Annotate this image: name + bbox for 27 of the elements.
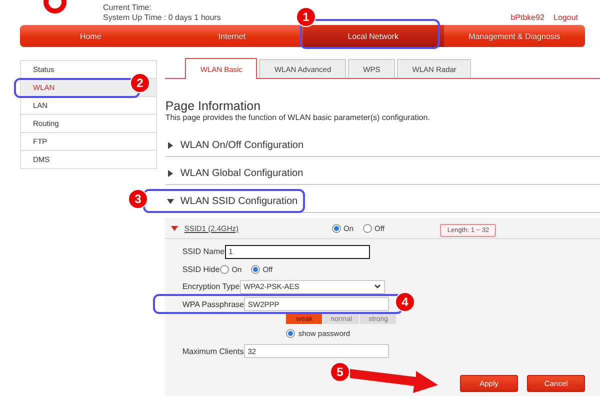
nav-tab[interactable]: Management & Diagnosis [444, 25, 585, 47]
logout-link[interactable]: Logout [554, 13, 578, 22]
nav-tab[interactable]: Internet [161, 25, 302, 47]
username: bPtbke92 [510, 13, 545, 22]
chevron-icon [374, 284, 381, 290]
radio-button[interactable] [362, 224, 372, 232]
radio-button[interactable] [332, 224, 341, 232]
radio-button[interactable] [220, 264, 229, 274]
field-label: Maximum Clients [182, 346, 244, 356]
field-label: SSID Name [182, 247, 225, 256]
nav-tab[interactable]: Home [20, 25, 162, 47]
section-header[interactable]: WLAN SSID Configuration [165, 190, 600, 213]
step-badge: 2 [130, 73, 150, 93]
section-header[interactable]: WLAN On/Off Configuration [165, 134, 600, 157]
field-label: WPA Passphrase [182, 300, 244, 309]
field-label: SSID Hide [182, 264, 220, 274]
radio-button[interactable] [250, 264, 260, 274]
nav-tab[interactable]: Local Network [302, 25, 444, 47]
radio-button[interactable] [286, 329, 296, 338]
page-description: This page provides the function of WLAN basic parameter(s) configuration. [165, 113, 431, 122]
section-header[interactable]: WLAN Global Configuration [165, 162, 600, 185]
page-heading: Page Information [165, 99, 262, 113]
step-badge: 1 [296, 7, 316, 27]
field-label: Encryption Type [182, 282, 240, 292]
uptime-text: System Up Time : 0 days 1 hours [103, 13, 221, 22]
time-label: Current Time: [103, 3, 152, 12]
step-badge: 3 [128, 189, 148, 209]
